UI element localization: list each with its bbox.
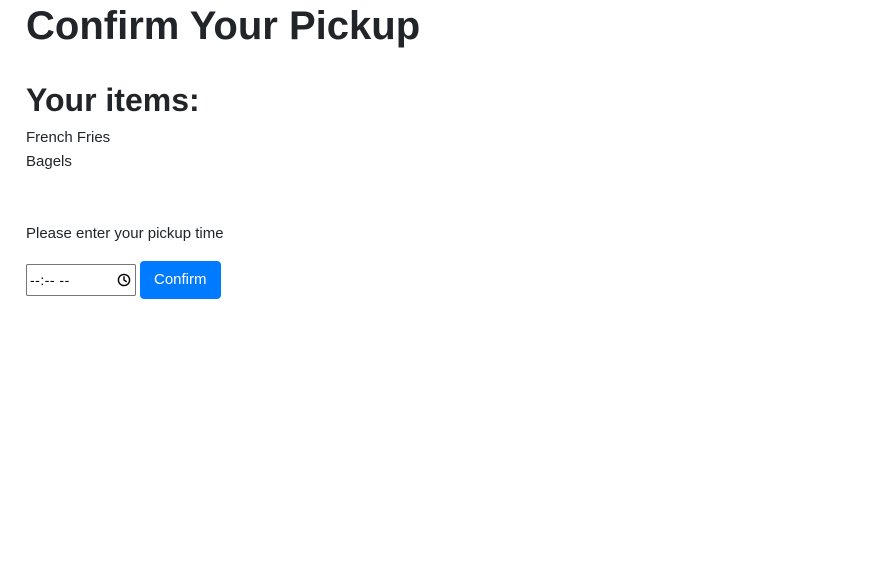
page-title: Confirm Your Pickup [26,4,421,48]
clock-icon[interactable] [117,273,131,287]
pickup-form: --:-- -- Confirm [26,261,221,299]
items-heading: Your items: [26,82,200,118]
list-item: Bagels [26,153,72,170]
pickup-time-input[interactable]: --:-- -- [26,264,136,296]
pickup-time-prompt: Please enter your pickup time [26,225,224,242]
time-input-value[interactable]: --:-- -- [30,272,70,288]
items-list: French Fries Bagels [26,126,110,174]
confirm-button[interactable]: Confirm [140,261,221,299]
list-item: French Fries [26,129,111,146]
